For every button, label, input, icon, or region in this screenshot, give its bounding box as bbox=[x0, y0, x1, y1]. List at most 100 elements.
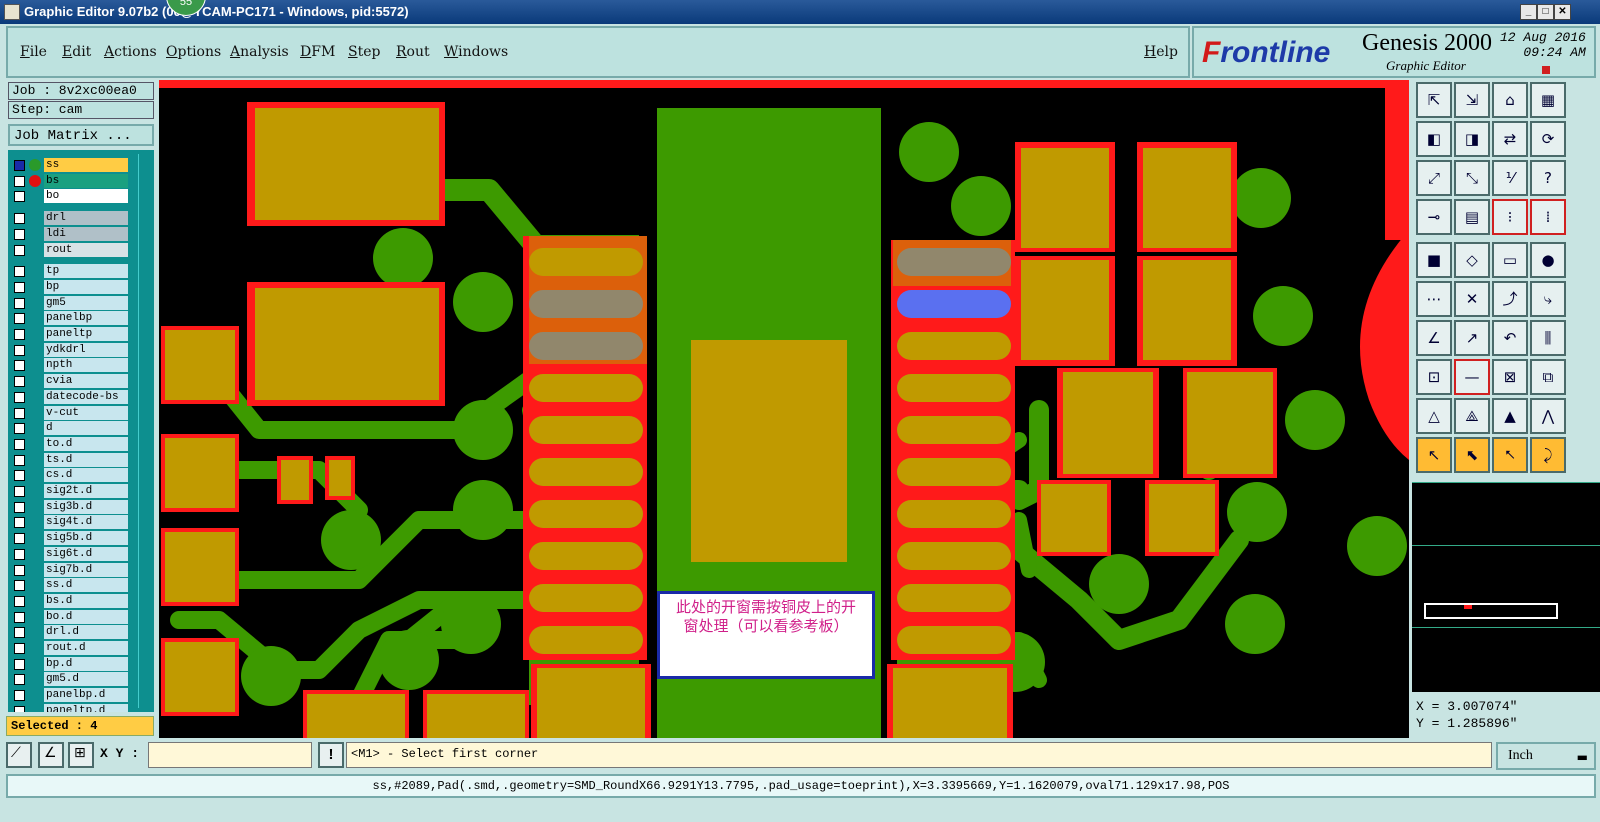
layer-checkbox[interactable] bbox=[14, 344, 25, 356]
layer-row-cs-d[interactable]: cs.d bbox=[12, 468, 130, 483]
menu-help[interactable]: Help bbox=[1144, 44, 1178, 60]
layer-list[interactable]: ss bs bo drl ldi rout tp bp gm5 panelbp paneltp ydk… bbox=[8, 150, 154, 712]
move-pad-tool-button[interactable]: ⊡ bbox=[1416, 359, 1452, 395]
grid-view-tool-button[interactable]: ▤ bbox=[1454, 199, 1490, 235]
layer-row-sig2t-d[interactable]: sig2t.d bbox=[12, 484, 130, 498]
menu-dfm[interactable]: DFM bbox=[300, 44, 335, 60]
layer-checkbox[interactable] bbox=[14, 470, 25, 482]
layer-checkbox[interactable] bbox=[14, 690, 25, 702]
menu-file[interactable]: File bbox=[20, 44, 47, 60]
layer-checkbox[interactable] bbox=[14, 454, 25, 466]
layer-row-ydkdrl[interactable]: ydkdrl bbox=[12, 342, 130, 357]
layer-checkbox[interactable] bbox=[14, 297, 25, 309]
expand-tool-button[interactable]: ⤢ bbox=[1416, 160, 1452, 196]
layer-row-sig5b-d[interactable]: sig5b.d bbox=[12, 531, 130, 546]
select-net-tool-button[interactable]: ⤸ bbox=[1530, 437, 1566, 473]
undo-arc-tool-button[interactable]: ↶ bbox=[1492, 320, 1528, 356]
unit-selector[interactable]: Inch ▬ bbox=[1496, 742, 1596, 770]
layer-checkbox[interactable] bbox=[14, 486, 25, 497]
layer-checkbox[interactable] bbox=[14, 407, 25, 419]
layer-row-to-d[interactable]: to.d bbox=[12, 436, 130, 451]
home-tool-button[interactable]: ⌂ bbox=[1492, 82, 1528, 118]
layer-checkbox[interactable] bbox=[14, 175, 25, 187]
overview-navigator[interactable] bbox=[1412, 482, 1600, 692]
layer-checkbox[interactable] bbox=[14, 705, 25, 712]
triangle-tool-button[interactable]: △ bbox=[1416, 398, 1452, 434]
layer-row-rout-d[interactable]: rout.d bbox=[12, 641, 130, 655]
menu-step[interactable]: Step bbox=[348, 44, 380, 60]
horizontal-line-tool-button[interactable]: — bbox=[1454, 359, 1490, 395]
select-circle-tool-button[interactable]: ⭦ bbox=[1492, 437, 1528, 473]
layer-checkbox[interactable] bbox=[14, 391, 25, 403]
layer-row-bo[interactable]: bo bbox=[12, 189, 130, 204]
layer-checkbox[interactable] bbox=[14, 611, 25, 623]
mirror-tool-button[interactable]: ⇄ bbox=[1492, 121, 1528, 157]
layer-checkbox[interactable] bbox=[14, 564, 25, 576]
layer-checkbox[interactable] bbox=[14, 533, 25, 545]
layer-row-ts-d[interactable]: ts.d bbox=[12, 452, 130, 467]
layer-checkbox[interactable] bbox=[14, 674, 25, 686]
copy-tool-button[interactable]: ⧉ bbox=[1530, 359, 1566, 395]
scale-tool-button[interactable]: ⅟ bbox=[1492, 160, 1528, 196]
layer-row-tp[interactable]: tp bbox=[12, 264, 130, 279]
layer-row-sig4t-d[interactable]: sig4t.d bbox=[12, 515, 130, 530]
layer-checkbox[interactable] bbox=[14, 438, 25, 450]
cross-tool-button[interactable]: ✕ bbox=[1454, 281, 1490, 317]
xy-input[interactable] bbox=[148, 742, 312, 768]
fit-page-tool-button[interactable]: ⇱ bbox=[1416, 82, 1452, 118]
layer-checkbox[interactable] bbox=[14, 548, 25, 560]
select-box-tool-button[interactable]: ⬉ bbox=[1454, 437, 1490, 473]
layer-checkbox[interactable] bbox=[14, 228, 25, 240]
layers-alt-tool-button[interactable]: ⁞ bbox=[1530, 199, 1566, 235]
layer-checkbox[interactable] bbox=[14, 627, 25, 639]
menu-edit[interactable]: Edit bbox=[62, 44, 91, 60]
layer-row-npth[interactable]: npth bbox=[12, 358, 130, 373]
layer-row-rout[interactable]: rout bbox=[12, 242, 130, 257]
pad-tool-button[interactable]: ■ bbox=[1416, 242, 1452, 278]
layer-checkbox[interactable] bbox=[14, 191, 25, 203]
layer-row-ldi[interactable]: ldi bbox=[12, 226, 130, 241]
move-right-tool-button[interactable]: ◨ bbox=[1454, 121, 1490, 157]
layer-row-sig6t-d[interactable]: sig6t.d bbox=[12, 546, 130, 561]
menu-options[interactable]: Options bbox=[166, 44, 221, 60]
layer-checkbox[interactable] bbox=[14, 329, 25, 340]
menu-windows[interactable]: Windows bbox=[444, 44, 508, 60]
layer-checkbox[interactable] bbox=[14, 313, 25, 325]
layer-row-ss[interactable]: ss bbox=[12, 158, 130, 172]
layer-checkbox[interactable] bbox=[14, 266, 25, 278]
layer-row-paneltp[interactable]: paneltp bbox=[12, 327, 130, 341]
layer-checkbox[interactable] bbox=[14, 244, 25, 256]
layer-row-sig7b-d[interactable]: sig7b.d bbox=[12, 562, 130, 577]
minimize-button[interactable]: _ bbox=[1520, 4, 1537, 20]
ruler-tool-button[interactable]: ▭ bbox=[1492, 242, 1528, 278]
layer-checkbox[interactable] bbox=[14, 281, 25, 293]
snap-tool-button[interactable]: ⊸ bbox=[1416, 199, 1452, 235]
connect-tool-button[interactable]: ⋯ bbox=[1416, 281, 1452, 317]
layer-checkbox[interactable] bbox=[14, 376, 25, 388]
view-window-rect[interactable] bbox=[1424, 603, 1558, 619]
layers-tool-button[interactable]: ⁝ bbox=[1492, 199, 1528, 235]
layer-row-cvia[interactable]: cvia bbox=[12, 374, 130, 389]
layer-row-gm5[interactable]: gm5 bbox=[12, 295, 130, 310]
layer-row-drl[interactable]: drl bbox=[12, 211, 130, 226]
triangle-a-tool-button[interactable]: ⟁ bbox=[1454, 398, 1490, 434]
layer-checkbox[interactable] bbox=[14, 658, 25, 670]
pin-tool-button[interactable]: ⤷ bbox=[1530, 281, 1566, 317]
layer-row-ss-d[interactable]: ss.d bbox=[12, 578, 130, 593]
polygon-tool-button[interactable]: ◇ bbox=[1454, 242, 1490, 278]
layer-checkbox[interactable] bbox=[14, 643, 25, 654]
maximize-button[interactable]: □ bbox=[1537, 4, 1554, 20]
line-tool-button[interactable]: ∠ bbox=[1416, 320, 1452, 356]
layer-checkbox[interactable] bbox=[14, 580, 25, 592]
layer-row-d[interactable]: d bbox=[12, 421, 130, 436]
circle-tool-button[interactable]: ● bbox=[1530, 242, 1566, 278]
add-node-tool-button[interactable]: ⤴ bbox=[1492, 281, 1528, 317]
layer-row-bs[interactable]: bs bbox=[12, 173, 130, 188]
layer-checkbox[interactable] bbox=[14, 595, 25, 607]
pause-icon[interactable] bbox=[1542, 66, 1550, 74]
zoom-area-tool-button[interactable]: ⇲ bbox=[1454, 82, 1490, 118]
menu-analysis[interactable]: Analysis bbox=[230, 44, 289, 60]
snap-grid-button[interactable]: ⟋ bbox=[6, 742, 32, 768]
layer-row-bp-d[interactable]: bp.d bbox=[12, 656, 130, 671]
layer-row-bp[interactable]: bp bbox=[12, 279, 130, 294]
